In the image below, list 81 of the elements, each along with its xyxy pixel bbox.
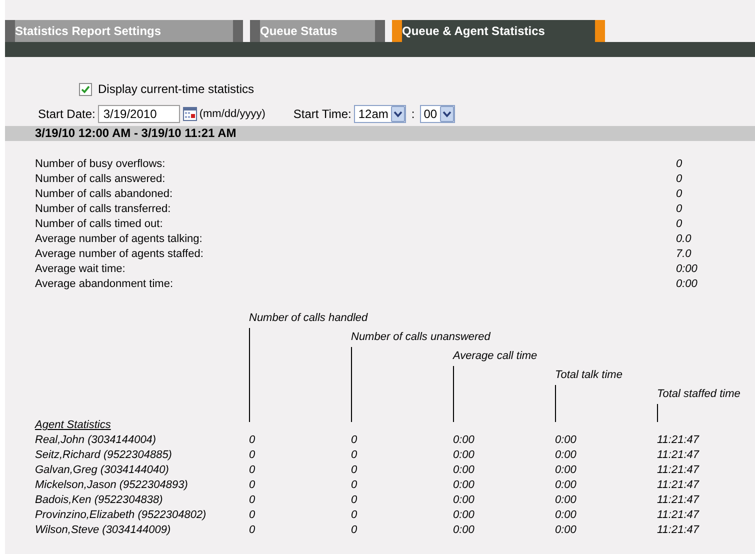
table-cell-text: 0:00 [453, 463, 476, 478]
table-cell-text: 11:21:47 [657, 448, 700, 463]
agent-name: Provinzino,Elizabeth (9522304802) [35, 508, 208, 523]
table-cell-text: 0:00 [453, 508, 476, 523]
column-header: Average call time [453, 349, 538, 364]
stat-value: 0 [676, 157, 684, 172]
table-title: Agent Statistics [35, 418, 112, 433]
hour-select[interactable]: 12am [354, 105, 406, 123]
agent-name: Mickelson,Jason (9522304893) [35, 478, 189, 493]
stat-label: Number of calls timed out: [35, 217, 164, 232]
stat-value: 0.0 [676, 232, 692, 247]
table-cell-text: 0 [249, 463, 256, 478]
table-cell-text: 0:00 [453, 523, 476, 538]
stat-value: 7.0 [676, 247, 692, 262]
table-cell-text: 0 [249, 508, 256, 523]
table-cell-text: 0:00 [555, 433, 578, 448]
stat-value: 0 [676, 202, 684, 217]
table-cell-text: 0:00 [453, 478, 476, 493]
column-header: Number of calls unanswered [351, 330, 492, 345]
table-cell-text: 0:00 [555, 463, 578, 478]
column-header: Number of calls handled [249, 311, 369, 326]
stat-value: 0 [676, 217, 684, 232]
field-label: Start Date: [38, 107, 96, 121]
table-cell-text: 0 [351, 463, 358, 478]
stat-value: 0 [676, 187, 684, 202]
stat-label: Number of calls abandoned: [35, 187, 174, 202]
stat-value: 0:00 [676, 277, 698, 292]
table-cell-text: 0 [351, 493, 358, 508]
table-cell-text: 0 [249, 493, 256, 508]
table-cell-text: 0 [249, 433, 256, 448]
stat-label: Number of calls transferred: [35, 202, 172, 217]
table-cell-text: 0 [351, 478, 358, 493]
table-cell-text: 0 [351, 508, 358, 523]
table-cell-text: 0 [351, 448, 358, 463]
table-cell-text: 11:21:47 [657, 463, 700, 478]
date-range-header: 3/19/10 12:00 AM - 3/19/10 11:21 AM [5, 126, 755, 141]
table-cell-text: 0:00 [453, 448, 476, 463]
stat-label: Average wait time: [35, 262, 126, 277]
column-line [453, 366, 454, 422]
stat-label: Average number of agents staffed: [35, 247, 204, 262]
table-cell-text: 0:00 [555, 493, 578, 508]
stat-value: 0 [676, 172, 684, 187]
table-cell-text: 0:00 [453, 433, 476, 448]
table-cell-text: 0 [351, 433, 358, 448]
column-header: Total staffed time [657, 387, 742, 402]
table-cell-text: 0 [249, 478, 256, 493]
format-hint: (mm/dd/yyyy) [199, 108, 266, 120]
column-line [555, 385, 556, 422]
stat-label: Average number of agents talking: [35, 232, 204, 247]
agent-name: Wilson,Steve (3034144009) [35, 523, 172, 538]
agent-name: Galvan,Greg (3034144040) [35, 463, 170, 478]
table-cell-text: 11:21:47 [657, 433, 700, 448]
table-cell-text: 0:00 [555, 523, 578, 538]
separator: : [411, 107, 415, 121]
stat-label: Number of calls answered: [35, 172, 166, 187]
table-cell-text: 0:00 [555, 508, 578, 523]
column-line [657, 404, 658, 422]
field-label: Start Time: [293, 107, 352, 121]
table-cell-text: 0 [249, 523, 256, 538]
table-cell-text: 0 [249, 448, 256, 463]
agent-name: Badois,Ken (9522304838) [35, 493, 164, 508]
table-cell-text: 11:21:47 [657, 493, 700, 508]
checkbox[interactable] [79, 82, 92, 96]
calendar-icon[interactable] [183, 107, 198, 121]
table-cell-text: 0:00 [555, 478, 578, 493]
table-cell-text: 0 [351, 523, 358, 538]
table-cell-text: 0:00 [555, 448, 578, 463]
stat-label: Number of busy overflows: [35, 157, 166, 172]
table-cell-text: 0:00 [453, 493, 476, 508]
agent-name: Seitz,Richard (9522304885) [35, 448, 173, 463]
table-cell-text: 11:21:47 [657, 478, 700, 493]
stat-label: Average abandonment time: [35, 277, 174, 292]
date-field[interactable]: 3/19/2010 [98, 105, 180, 123]
column-header: Total talk time [555, 368, 624, 383]
table-cell-text: 11:21:47 [657, 523, 700, 538]
table-cell-text: 11:21:47 [657, 508, 700, 523]
minute-select[interactable]: 00 [420, 105, 456, 123]
tab[interactable]: Queue & Agent Statistics [392, 20, 605, 42]
agent-name: Real,John (3034144004) [35, 433, 158, 448]
stat-value: 0:00 [676, 262, 698, 277]
checkbox-label: Display current-time statistics [98, 82, 254, 96]
